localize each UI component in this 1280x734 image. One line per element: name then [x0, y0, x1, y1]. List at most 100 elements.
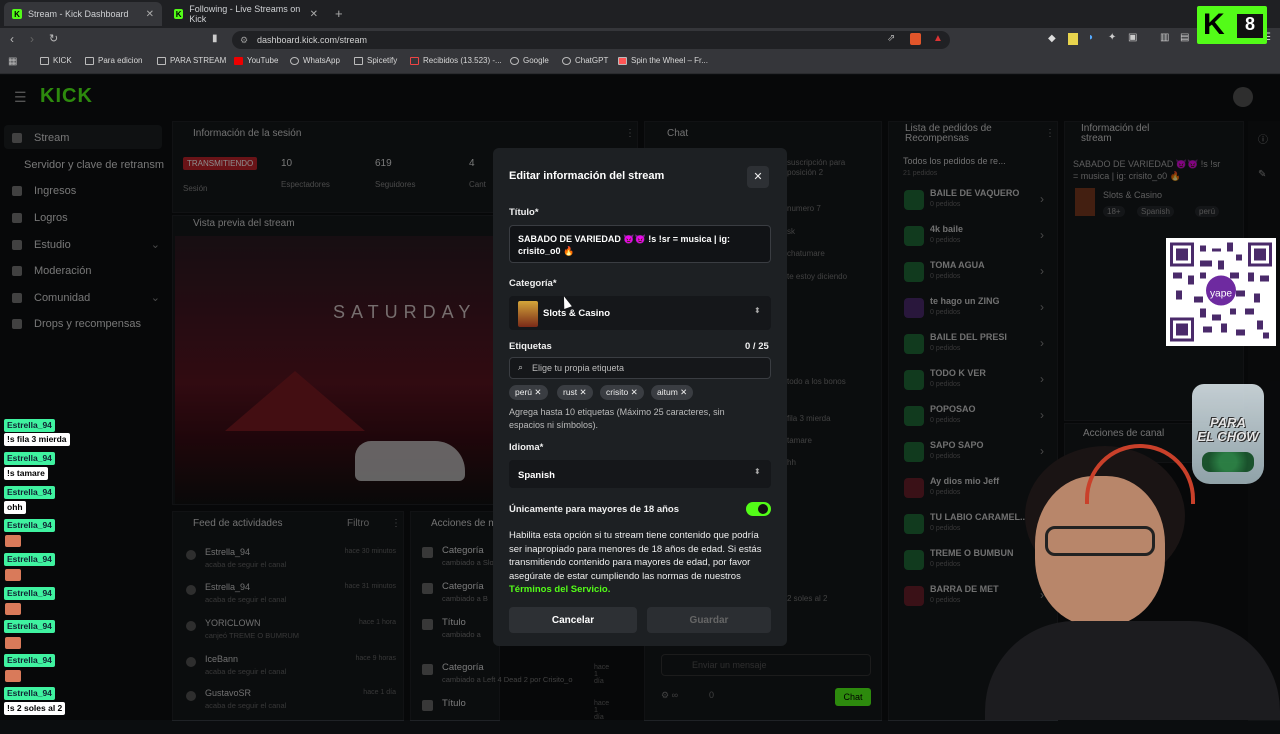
kick-favicon-icon: K: [12, 9, 22, 19]
title-input-value: SABADO DE VARIEDAD 👿👿 !s !sr = musica | …: [518, 234, 731, 256]
tab-label: Stream - Kick Dashboard: [28, 9, 129, 19]
emote-icon: [5, 637, 21, 649]
spicetify-icon: [354, 56, 363, 65]
language-label: Idioma*: [509, 442, 544, 453]
folder-icon: [85, 56, 94, 65]
chat-username: Estrella_94: [4, 419, 55, 432]
url-text: dashboard.kick.com/stream: [257, 35, 368, 45]
kick-badge-number: 8: [1237, 14, 1263, 38]
back-icon[interactable]: ‹: [10, 32, 14, 46]
bookmark-youtube[interactable]: YouTube: [234, 56, 278, 65]
share-icon[interactable]: ⇗: [887, 33, 895, 44]
yape-qr-code: yape: [1166, 238, 1276, 346]
apps-grid-icon[interactable]: ▦: [8, 56, 17, 67]
tab-stream-dashboard[interactable]: K Stream - Kick Dashboard ✕: [4, 2, 162, 26]
url-input[interactable]: ⚙ dashboard.kick.com/stream: [232, 31, 950, 49]
webcam-overlay: [985, 436, 1280, 720]
bookmark-gmail[interactable]: Recibidos (13.523) -...: [410, 56, 502, 65]
extension-icon[interactable]: ◗: [1088, 32, 1094, 43]
bookmark-kick[interactable]: KICK: [40, 56, 72, 65]
bookmarks-bar: ▦ KICK Para edicion PARA STREAM YouTube …: [0, 52, 1280, 74]
remove-tag-icon[interactable]: ✕: [680, 387, 687, 397]
bookmark-spicetify[interactable]: Spicetify: [354, 56, 397, 65]
chat-username: Estrella_94: [4, 519, 55, 532]
forward-icon[interactable]: ›: [30, 32, 34, 46]
adult-label: Únicamente para mayores de 18 años: [509, 504, 680, 515]
chat-username: Estrella_94: [4, 687, 55, 700]
glasses-shape: [1045, 526, 1155, 556]
adult-toggle[interactable]: [746, 502, 771, 516]
remove-tag-icon[interactable]: ✕: [534, 387, 541, 397]
bookmark-icon[interactable]: ▮: [212, 33, 218, 44]
puzzle-icon[interactable]: ✦: [1108, 32, 1116, 43]
tags-help: Agrega hasta 10 etiquetas (Máximo 25 car…: [509, 407, 725, 430]
edit-stream-modal: Editar información del stream ✕ Título* …: [493, 148, 787, 646]
kick-badge: K 8: [1197, 6, 1267, 44]
category-select[interactable]: Slots & Casino ⬍: [509, 296, 771, 330]
extension-icon[interactable]: ▣: [1128, 32, 1137, 43]
emote-icon: [5, 569, 21, 581]
wallet-icon[interactable]: ▤: [1180, 32, 1189, 43]
site-info-icon[interactable]: ⚙: [240, 31, 248, 49]
bookmark-para-edicion[interactable]: Para edicion: [85, 56, 142, 65]
new-tab-icon[interactable]: +: [335, 6, 343, 21]
bookmark-whatsapp[interactable]: WhatsApp: [290, 56, 340, 65]
qr-code-icon: yape: [1170, 242, 1272, 342]
bookmark-google[interactable]: Google: [510, 56, 549, 65]
tags-label: Etiquetas: [509, 341, 552, 352]
toggle-knob: [758, 504, 768, 514]
save-button[interactable]: Guardar: [647, 607, 771, 633]
shirt-shape: [985, 621, 1280, 720]
chat-message: ohh: [4, 501, 26, 514]
select-arrows-icon: ⬍: [754, 467, 761, 476]
close-tab-icon[interactable]: ✕: [310, 9, 318, 20]
bookmark-para-stream[interactable]: PARA STREAM: [157, 56, 226, 65]
chat-username: Estrella_94: [4, 587, 55, 600]
tags-count: 0 / 25: [745, 341, 769, 352]
gmail-icon: [410, 56, 419, 65]
tab-following[interactable]: K Following - Live Streams on Kick ✕: [166, 2, 326, 26]
remove-tag-icon[interactable]: ✕: [580, 387, 587, 397]
sidebar-toggle-icon[interactable]: ▥: [1160, 32, 1169, 43]
emote-icon: [5, 535, 21, 547]
extension-icon[interactable]: ◆: [1048, 33, 1056, 44]
category-label: Categoría*: [509, 278, 557, 289]
brave-shield-icon[interactable]: [910, 33, 921, 45]
cancel-button[interactable]: Cancelar: [509, 607, 637, 633]
select-arrows-icon: ⬍: [754, 306, 761, 315]
chat-username: Estrella_94: [4, 620, 55, 633]
reload-icon[interactable]: ↻: [49, 32, 58, 45]
title-input[interactable]: SABADO DE VARIEDAD 👿👿 !s !sr = musica | …: [509, 225, 771, 263]
remove-tag-icon[interactable]: ✕: [631, 387, 638, 397]
bookmark-chatgpt[interactable]: ChatGPT: [562, 56, 608, 65]
address-bar-row: ‹ › ↻ ▮ ⚙ dashboard.kick.com/stream ⇗ ▲ …: [0, 28, 1280, 52]
close-tab-icon[interactable]: ✕: [146, 9, 154, 20]
emote-icon: [5, 670, 21, 682]
folder-icon: [40, 56, 49, 65]
tag-chip[interactable]: perú ✕: [509, 385, 548, 400]
category-thumbnail: [518, 301, 538, 327]
wheel-icon: [618, 56, 627, 65]
chat-username: Estrella_94: [4, 553, 55, 566]
chat-message: !s 2 soles al 2: [4, 702, 66, 715]
language-select[interactable]: Spanish ⬍: [509, 460, 771, 488]
kick-k-logo-icon: K: [1203, 8, 1225, 41]
tag-chip[interactable]: rust ✕: [557, 385, 593, 400]
close-icon[interactable]: ✕: [747, 166, 769, 188]
whatsapp-icon: [290, 56, 299, 65]
tag-chip[interactable]: aitum ✕: [651, 385, 694, 400]
bookmark-spin-wheel[interactable]: Spin the Wheel – Fr...: [618, 56, 708, 65]
search-icon: ⌕: [518, 362, 524, 372]
chatgpt-icon: [562, 56, 571, 65]
modal-title: Editar información del stream: [509, 170, 665, 182]
adult-help: Habilita esta opción si tu stream tiene …: [509, 530, 762, 595]
chat-username: Estrella_94: [4, 452, 55, 465]
tag-chip[interactable]: crisito ✕: [600, 385, 644, 400]
browser-tab-bar: K Stream - Kick Dashboard ✕ K Following …: [0, 0, 1280, 44]
chat-message: !s fila 3 mierda: [4, 433, 70, 446]
rewards-triangle-icon[interactable]: ▲: [933, 33, 943, 44]
tags-input[interactable]: ⌕ Elige tu propia etiqueta: [509, 357, 771, 379]
overlay-chat: Estrella_94 !s fila 3 mierda Estrella_94…: [0, 415, 80, 720]
terms-link[interactable]: Términos del Servicio.: [509, 584, 610, 595]
extension-icon[interactable]: [1068, 33, 1078, 45]
